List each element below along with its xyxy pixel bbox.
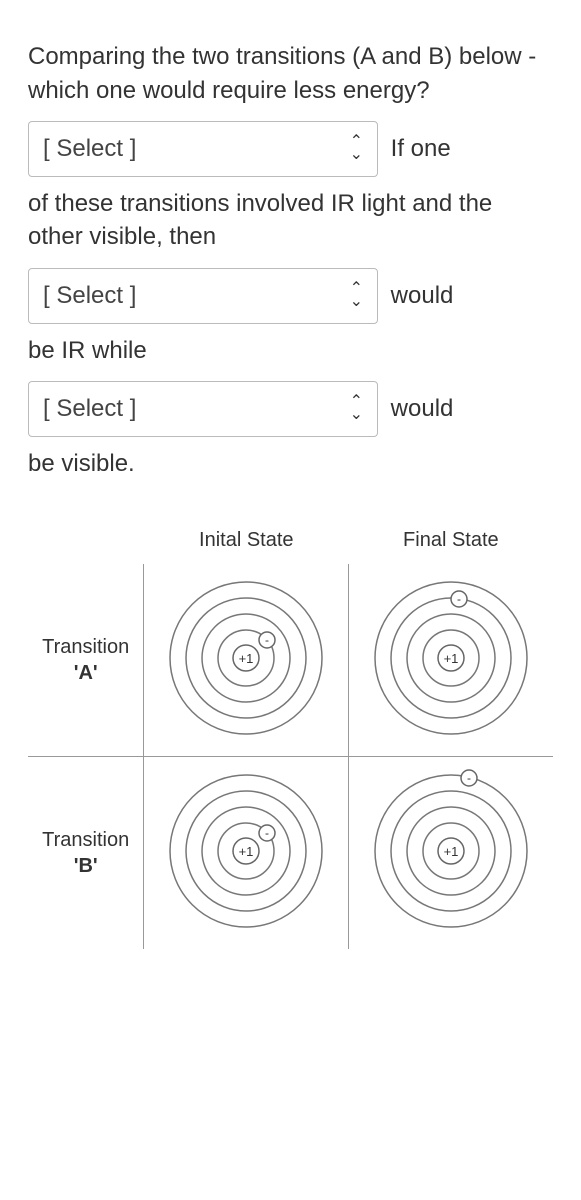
select-2-placeholder: [ Select ]	[43, 279, 136, 313]
text-after-select-3: would	[391, 395, 454, 422]
svg-text:+1: +1	[444, 651, 459, 666]
header-initial: Inital State	[144, 520, 349, 564]
chevron-updown-icon: ⌃⌄	[350, 283, 363, 309]
header-final: Final State	[349, 520, 553, 564]
text-after-select-2: would	[391, 282, 454, 309]
rowB-letter: 'B'	[32, 853, 139, 879]
question-line2: of these transitions involved IR light a…	[28, 187, 553, 254]
chevron-updown-icon: ⌃⌄	[350, 136, 363, 162]
rowB-name: Transition	[32, 827, 139, 853]
select-2[interactable]: [ Select ] ⌃⌄	[28, 268, 378, 324]
svg-text:-: -	[467, 771, 471, 785]
svg-text:-: -	[265, 633, 269, 647]
question-line3: be IR while	[28, 334, 553, 368]
atom-A-final: +1 -	[349, 564, 553, 756]
atom-A-initial: +1 -	[144, 564, 349, 756]
svg-text:+1: +1	[239, 844, 254, 859]
diagram-table: Inital State Final State Transition 'A' …	[28, 520, 553, 948]
chevron-updown-icon: ⌃⌄	[350, 396, 363, 422]
text-after-select-1: If one	[391, 135, 451, 162]
select-1[interactable]: [ Select ] ⌃⌄	[28, 121, 378, 177]
select-3[interactable]: [ Select ] ⌃⌄	[28, 381, 378, 437]
atom-B-initial: +1 -	[144, 756, 349, 948]
question-line4: be visible.	[28, 447, 553, 481]
question-intro: Comparing the two transitions (A and B) …	[28, 40, 553, 107]
rowA-letter: 'A'	[32, 660, 139, 686]
svg-text:-: -	[265, 826, 269, 840]
select-3-placeholder: [ Select ]	[43, 392, 136, 426]
svg-text:+1: +1	[444, 844, 459, 859]
atom-B-final: +1 -	[349, 756, 553, 948]
rowA-name: Transition	[32, 634, 139, 660]
select-1-placeholder: [ Select ]	[43, 132, 136, 166]
svg-text:+1: +1	[239, 651, 254, 666]
svg-text:-: -	[457, 592, 461, 606]
